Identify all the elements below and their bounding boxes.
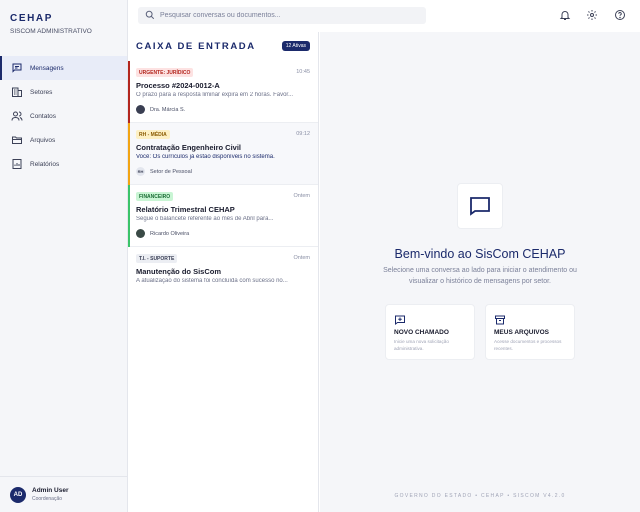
card-description: Inicie uma nova solicitação administrati… bbox=[394, 339, 449, 351]
sidebar-item-label: Relatórios bbox=[30, 160, 60, 168]
new-ticket-card[interactable]: NOVO CHAMADO Inicie uma nova solicitação… bbox=[385, 304, 475, 360]
conversation-preview: Segue o balancete referente ao mês de Ab… bbox=[136, 216, 274, 222]
conversation-tag: T.I. - SUPORTE bbox=[136, 254, 178, 263]
sender-name: Dra. Márcia S. bbox=[150, 106, 186, 113]
brand-subtitle: SISCOM ADMINISTRATIVO bbox=[10, 28, 92, 35]
sidebar-item-mensagens[interactable]: Mensagens bbox=[0, 56, 127, 80]
avatar bbox=[136, 105, 145, 114]
inbox-panel: CAIXA DE ENTRADA 12 Ativas URGENTE: JURÍ… bbox=[128, 32, 319, 512]
topbar bbox=[128, 0, 640, 32]
contacts-icon bbox=[11, 110, 23, 122]
active-count-badge: 12 Ativas bbox=[281, 41, 310, 51]
inbox-title: CAIXA DE ENTRADA bbox=[136, 41, 256, 52]
brand-title: CEHAP bbox=[10, 13, 54, 24]
conversation-item[interactable]: FINANCEIRO Ontem Relatório Trimestral CE… bbox=[128, 185, 318, 247]
chat-icon bbox=[457, 183, 503, 229]
priority-bar bbox=[128, 185, 130, 247]
conversation-item[interactable]: T.I. - SUPORTE Ontem Manutenção do SisCo… bbox=[128, 247, 318, 309]
conversation-item[interactable]: RH - MÉDIA 09:12 Contratação Engenheiro … bbox=[128, 123, 318, 185]
gear-icon[interactable] bbox=[585, 8, 599, 22]
sender-name: Setor de Pessoal bbox=[150, 168, 192, 175]
sidebar-item-label: Mensagens bbox=[30, 64, 64, 72]
report-icon bbox=[11, 158, 23, 170]
sidebar-item-label: Arquivos bbox=[30, 136, 56, 144]
user-name: Admin User bbox=[32, 487, 69, 494]
sidebar-item-relatorios[interactable]: Relatórios bbox=[0, 152, 127, 176]
welcome-title: Bem-vindo ao SisCom CEHAP bbox=[394, 247, 566, 261]
folder-icon bbox=[11, 134, 23, 146]
conversation-sender: RH Setor de Pessoal bbox=[136, 167, 192, 176]
conversation-tag: URGENTE: JURÍDICO bbox=[136, 68, 194, 77]
user-role: Coordenação bbox=[32, 496, 63, 502]
priority-bar bbox=[128, 123, 130, 185]
search-box bbox=[138, 7, 426, 24]
search-icon bbox=[145, 7, 155, 25]
conversation-subject: Contratação Engenheiro Civil bbox=[136, 143, 242, 152]
avatar: AD bbox=[10, 486, 26, 503]
bell-icon[interactable] bbox=[558, 8, 572, 22]
card-description: Acesse documentos e processos recentes. bbox=[494, 339, 562, 351]
search-input[interactable] bbox=[160, 12, 420, 19]
conversation-sender: Ricardo Oliveira bbox=[136, 229, 189, 238]
conversation-time: Ontem bbox=[293, 255, 310, 261]
conversation-subject: Relatório Trimestral CEHAP bbox=[136, 205, 235, 214]
conversation-preview: A atualização do sistema foi concluída c… bbox=[136, 278, 288, 284]
message-icon bbox=[11, 62, 23, 74]
conversation-preview: O prazo para a resposta liminar expira e… bbox=[136, 92, 294, 98]
archive-icon bbox=[494, 313, 506, 325]
card-title: NOVO CHAMADO bbox=[394, 329, 449, 336]
conversation-subject: Processo #2024-0012-A bbox=[136, 81, 220, 90]
card-title: MEUS ARQUIVOS bbox=[494, 329, 550, 336]
conversation-subject: Manutenção do SisCom bbox=[136, 267, 222, 276]
welcome-panel: Bem-vindo ao SisCom CEHAP Selecione uma … bbox=[320, 32, 640, 512]
priority-bar bbox=[128, 61, 130, 123]
help-icon[interactable] bbox=[613, 8, 627, 22]
sidebar-item-label: Setores bbox=[30, 88, 53, 96]
conversation-sender: Dra. Márcia S. bbox=[136, 105, 185, 114]
conversation-time: 09:12 bbox=[296, 131, 310, 137]
avatar bbox=[136, 229, 145, 238]
building-icon bbox=[11, 86, 23, 98]
sidebar-nav: Mensagens Setores Contatos Arquivos Rela… bbox=[0, 56, 127, 176]
my-files-card[interactable]: MEUS ARQUIVOS Acesse documentos e proces… bbox=[485, 304, 575, 360]
conversation-item[interactable]: URGENTE: JURÍDICO 10:45 Processo #2024-0… bbox=[128, 61, 318, 123]
conversation-tag: FINANCEIRO bbox=[136, 192, 174, 201]
avatar: RH bbox=[136, 167, 145, 176]
footer-version: GOVERNO DO ESTADO • CEHAP • SISCOM V4.2.… bbox=[394, 493, 566, 499]
conversation-time: Ontem bbox=[293, 193, 310, 199]
new-ticket-icon bbox=[394, 313, 406, 325]
sidebar-item-label: Contatos bbox=[30, 112, 57, 120]
sidebar-item-contatos[interactable]: Contatos bbox=[0, 104, 127, 128]
sidebar: CEHAP SISCOM ADMINISTRATIVO Mensagens Se… bbox=[0, 0, 128, 512]
sidebar-item-arquivos[interactable]: Arquivos bbox=[0, 128, 127, 152]
conversation-time: 10:45 bbox=[296, 69, 310, 75]
user-profile[interactable]: AD Admin User Coordenação bbox=[0, 476, 127, 512]
conversation-tag: RH - MÉDIA bbox=[136, 130, 170, 139]
conversation-preview: Você: Os currículos já estão disponíveis… bbox=[136, 154, 275, 160]
sidebar-item-setores[interactable]: Setores bbox=[0, 80, 127, 104]
welcome-subtitle: Selecione uma conversa ao lado para inic… bbox=[383, 267, 577, 285]
sender-name: Ricardo Oliveira bbox=[150, 230, 190, 237]
